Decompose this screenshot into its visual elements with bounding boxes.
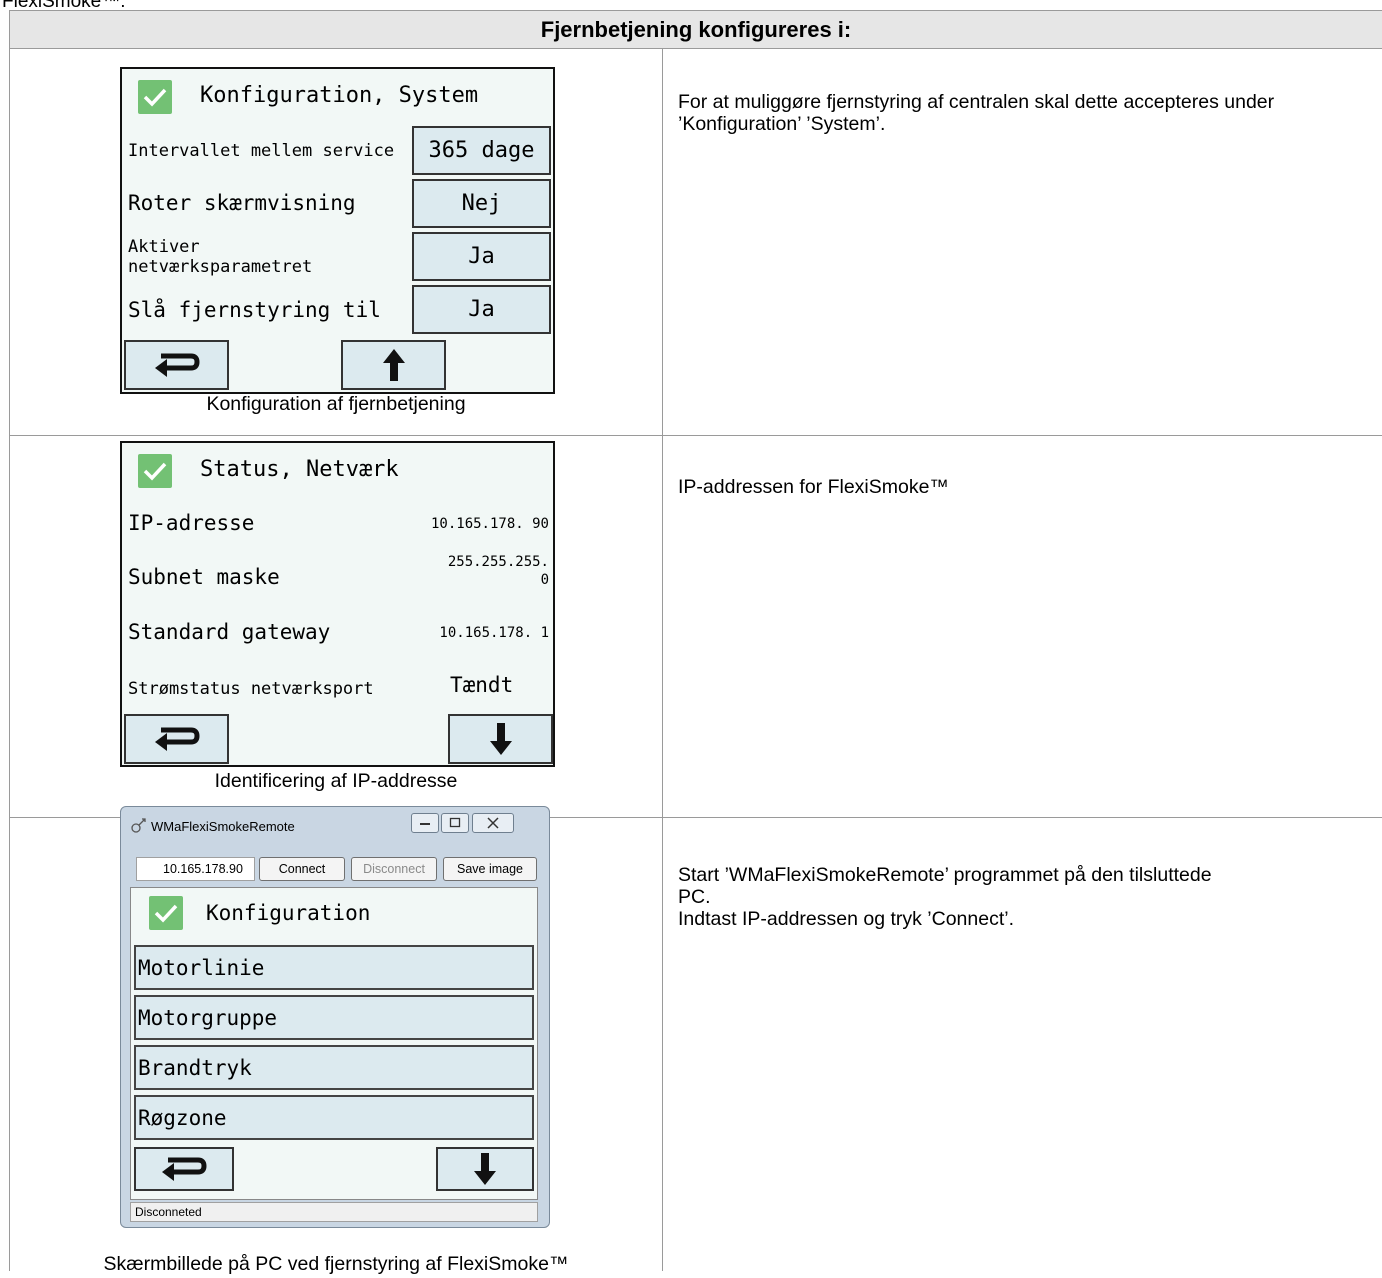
remote-control-button[interactable]: Ja [412, 285, 551, 334]
gateway-value: 10.165.178. 1 [439, 625, 549, 641]
figure-caption: Skærmbillede på PC ved fjernstyring af F… [103, 1253, 569, 1275]
down-button[interactable] [436, 1147, 534, 1191]
status-bar: Disconneted [130, 1202, 538, 1222]
setting-label: netværksparametret [128, 257, 313, 277]
maximize-icon [449, 817, 461, 828]
status-label: Standard gateway [128, 620, 331, 644]
remote-screen: Konfiguration Motorlinie Motorgruppe Bra… [130, 887, 538, 1200]
description-line: Indtast IP-addressen og tryk ’Connect’. [678, 908, 1015, 930]
row-description: IP-addressen for FlexiSmoke™ [678, 476, 949, 498]
return-arrow-icon [162, 1157, 207, 1181]
ip-address-value: 10.165.178. 90 [430, 516, 549, 532]
disconnect-button[interactable]: Disconnect [351, 857, 437, 881]
description-line: Start ’WMaFlexiSmokeRemote’ programmet p… [678, 864, 1212, 886]
power-status-value: Tændt [450, 673, 514, 697]
menu-item-motorgruppe[interactable]: Motorgruppe [134, 995, 534, 1040]
table-row: Konfiguration, System Intervallet mellem… [10, 49, 1382, 436]
close-icon [487, 817, 499, 829]
window-title: WMaFlexiSmokeRemote [151, 819, 295, 834]
screen-title: Status, Netværk [200, 457, 399, 482]
return-arrow-icon [154, 727, 200, 751]
setting-label: Roter skærmvisning [128, 191, 356, 215]
rotate-screen-button[interactable]: Nej [412, 179, 551, 228]
row-description: Start ’WMaFlexiSmokeRemote’ programmet p… [678, 864, 1368, 930]
maximize-button[interactable] [441, 813, 469, 833]
checkmark-icon [138, 80, 172, 114]
status-label: IP-adresse [128, 511, 255, 535]
row-description: For at muliggøre fjernstyring af central… [678, 91, 1275, 135]
connect-button[interactable]: Connect [259, 857, 345, 881]
status-label: Strømstatus netværksport [128, 679, 374, 699]
checkmark-icon [149, 896, 183, 930]
minimize-button[interactable] [411, 813, 439, 833]
subnet-mask-value: 0 [540, 572, 549, 588]
network-params-button[interactable]: Ja [412, 232, 551, 281]
menu-item-rogzone[interactable]: Røgzone [134, 1095, 534, 1140]
status-label: Subnet maske [128, 565, 280, 589]
figure-caption: Identificering af IP-addresse [214, 770, 458, 792]
setting-label: Aktiver [128, 237, 200, 257]
screen-title: Konfiguration [206, 901, 371, 925]
menu-item-motorlinie[interactable]: Motorlinie [134, 945, 534, 990]
back-button[interactable] [124, 714, 229, 764]
service-interval-button[interactable]: 365 dage [412, 126, 551, 175]
screen-title: Konfiguration, System [200, 83, 479, 108]
arrow-down-icon [474, 1153, 496, 1185]
network-status-screen: Status, Netværk IP-adresse 10.165.178. 9… [120, 441, 555, 767]
arrow-down-icon [489, 723, 512, 755]
arrow-up-icon [382, 349, 405, 381]
save-image-button[interactable]: Save image [443, 857, 537, 881]
ip-address-input[interactable]: 10.165.178.90 [136, 857, 255, 881]
menu-item-brandtryk[interactable]: Brandtryk [134, 1045, 534, 1090]
back-button[interactable] [134, 1147, 234, 1191]
table-header: Fjernbetjening konfigureres i: [10, 11, 1382, 49]
system-config-screen: Konfiguration, System Intervallet mellem… [120, 67, 555, 394]
subnet-mask-value: 255.255.255. [447, 554, 549, 570]
figure-caption: Konfiguration af fjernbetjening [206, 393, 466, 415]
table-row: Status, Netværk IP-adresse 10.165.178. 9… [10, 436, 1382, 818]
setting-label: Slå fjernstyring til [128, 298, 381, 322]
close-button[interactable] [472, 813, 514, 833]
app-icon [131, 818, 146, 833]
setting-label: Intervallet mellem service [128, 141, 395, 161]
remote-app-window: WMaFlexiSmokeRemote 10.165.178.90 Connec… [120, 806, 550, 1228]
up-button[interactable] [341, 340, 446, 390]
return-arrow-icon [154, 353, 200, 377]
down-button[interactable] [448, 714, 553, 764]
minimize-icon [420, 823, 430, 825]
checkmark-icon [138, 454, 172, 488]
back-button[interactable] [124, 340, 229, 390]
description-line: PC. [678, 886, 711, 908]
